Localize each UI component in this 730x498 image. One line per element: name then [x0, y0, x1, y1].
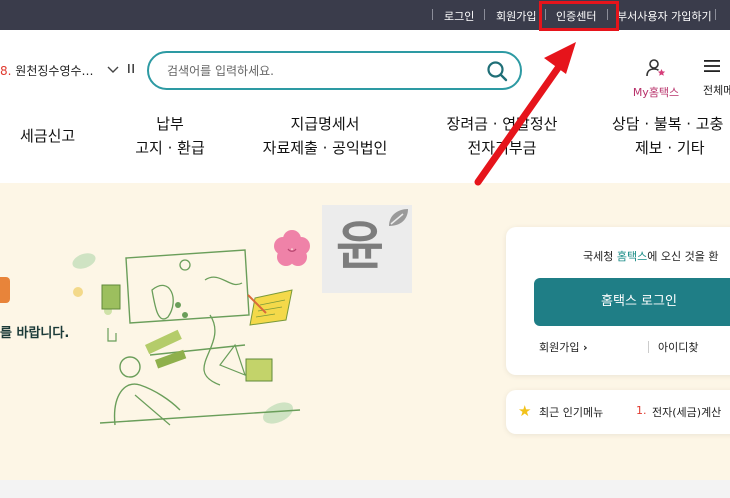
chevron-right-icon: ›	[582, 341, 588, 354]
leaf-icon	[386, 207, 410, 233]
star-icon: ★	[518, 402, 532, 420]
gnb-item-line2: 자료제출 · 공익법인	[262, 139, 388, 157]
year-selector-number: 8.	[0, 64, 12, 78]
highlight-box	[539, 1, 619, 31]
join-link-label: 회원가입	[539, 341, 580, 354]
banner-tab-marker	[0, 277, 10, 303]
hero-tagline: 를 바랍니다.	[0, 326, 70, 341]
my-hometax-label: My홈택스	[632, 86, 680, 99]
all-menu-button[interactable]: 전체메	[703, 58, 730, 98]
gnb-item-line1: 지급명세서	[290, 115, 360, 133]
login-link[interactable]: 로그인	[444, 8, 474, 24]
recent-menu-item[interactable]: 전자(세금)계산	[652, 404, 721, 420]
user-star-icon	[645, 59, 667, 82]
welcome-suffix: 에 오신 것을 환	[647, 250, 719, 263]
join-link[interactable]: 회원가입 ›	[539, 339, 588, 355]
gnb-item-line1: 상담 · 불복 · 고충	[612, 115, 724, 133]
gnb-item-line1: 납부	[156, 115, 184, 133]
hometax-login-button[interactable]: 홈택스 로그인	[534, 278, 730, 326]
recent-menu-title: 최근 인기메뉴	[539, 406, 604, 419]
welcome-text: 국세청 홈택스에 오신 것을 환	[583, 248, 718, 264]
thumbnail-overlay: 윤	[322, 205, 412, 293]
gnb-item-payment-statement[interactable]: 지급명세서 자료제출 · 공익법인	[258, 112, 392, 160]
gnb-item-line1: 장려금 · 연말정산	[446, 115, 558, 133]
gnb-item-tax-report[interactable]: 세금신고	[20, 124, 75, 148]
search-input[interactable]	[167, 62, 487, 80]
top-utility-bar: 로그인 회원가입 인증센터 부서사용자 가입하기	[0, 0, 730, 30]
character-glyph: 윤	[336, 217, 384, 277]
recent-popular-menu: ★ 최근 인기메뉴 1. 전자(세금)계산	[506, 390, 730, 434]
welcome-brand: 홈택스	[616, 250, 648, 263]
year-selector[interactable]: 8. 원천징수영수…	[0, 62, 94, 79]
chevron-down-icon[interactable]	[107, 64, 119, 78]
gnb-item-line2: 제보 · 기타	[635, 139, 705, 157]
gnb-item-counsel[interactable]: 상담 · 불복 · 고충 제보 · 기타	[612, 112, 730, 160]
search-icon[interactable]	[486, 60, 508, 82]
search-box	[147, 51, 522, 90]
welcome-prefix: 국세청	[583, 250, 617, 263]
join-link[interactable]: 회원가입	[496, 8, 536, 24]
my-hometax-button[interactable]: My홈택스	[628, 58, 684, 100]
year-selector-label: 원천징수영수…	[15, 64, 94, 78]
divider	[432, 9, 433, 20]
pause-icon[interactable]	[127, 63, 135, 77]
gnb-item-incentive[interactable]: 장려금 · 연말정산 전자기부금	[441, 112, 563, 160]
gnb-item-label: 세금신고	[20, 127, 76, 145]
divider	[648, 341, 649, 353]
hamburger-icon	[703, 58, 730, 77]
bottom-strip	[0, 480, 730, 498]
all-menu-label: 전체메	[703, 84, 730, 97]
divider	[484, 9, 485, 20]
dept-user-join-link[interactable]: 부서사용자 가입하기	[617, 8, 712, 24]
gnb-item-line2: 고지 · 환급	[135, 139, 205, 157]
find-id-link[interactable]: 아이디찾	[658, 339, 698, 355]
divider	[715, 9, 716, 20]
gnb-item-line2: 전자기부금	[467, 139, 537, 157]
recent-menu-rank: 1.	[636, 404, 647, 417]
gnb-item-payment[interactable]: 납부 고지 · 환급	[131, 112, 209, 160]
